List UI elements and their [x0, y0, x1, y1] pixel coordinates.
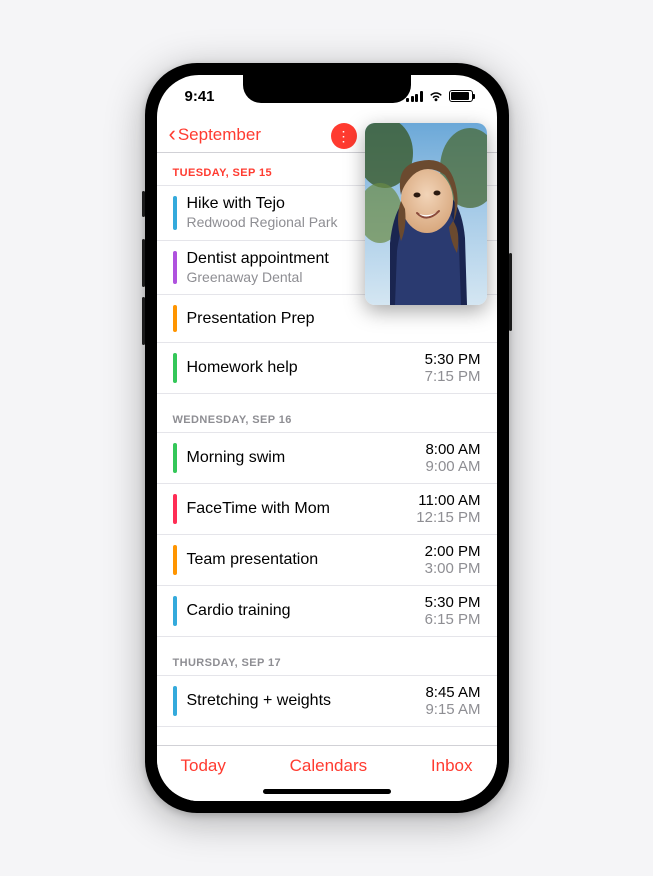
calendar-color-bar: [173, 305, 177, 332]
event-title: Stretching + weights: [187, 691, 426, 711]
volume-up[interactable]: [142, 239, 145, 287]
calendar-color-bar: [173, 494, 177, 524]
home-indicator[interactable]: [263, 789, 391, 794]
event-times: 8:00 AM9:00 AM: [425, 441, 480, 475]
volume-down[interactable]: [142, 297, 145, 345]
event-body: Homework help: [187, 358, 425, 378]
section-header: WEDNESDAY, SEP 16: [157, 394, 497, 432]
event-body: Morning swim: [187, 448, 426, 468]
event-title: Team presentation: [187, 550, 425, 570]
calendar-color-bar: [173, 353, 177, 383]
calendar-color-bar: [173, 596, 177, 626]
event-row[interactable]: Stretching + weights8:45 AM9:15 AM: [157, 675, 497, 727]
event-body: Presentation Prep: [187, 309, 481, 329]
event-times: 2:00 PM3:00 PM: [425, 543, 481, 577]
event-times: 8:45 AM9:15 AM: [425, 684, 480, 718]
event-end-time: 9:00 AM: [425, 458, 480, 475]
event-start-time: 11:00 AM: [416, 492, 480, 509]
section-header: THURSDAY, SEP 17: [157, 637, 497, 675]
event-title: Morning swim: [187, 448, 426, 468]
today-button[interactable]: Today: [181, 756, 226, 776]
battery-icon: [449, 90, 473, 102]
event-end-time: 7:15 PM: [425, 368, 481, 385]
calendar-color-bar: [173, 686, 177, 716]
event-title: Cardio training: [187, 601, 425, 621]
calendar-color-bar: [173, 545, 177, 575]
event-body: Team presentation: [187, 550, 425, 570]
calendar-color-bar: [173, 251, 177, 285]
back-label: September: [178, 125, 261, 145]
event-body: Cardio training: [187, 601, 425, 621]
event-start-time: 8:45 AM: [425, 684, 480, 701]
event-times: 5:30 PM7:15 PM: [425, 351, 481, 385]
mute-switch[interactable]: [142, 191, 145, 217]
inbox-button[interactable]: Inbox: [431, 756, 473, 776]
event-start-time: 5:30 PM: [425, 351, 481, 368]
facetime-pip[interactable]: [365, 123, 487, 305]
calendar-color-bar: [173, 443, 177, 473]
chevron-left-icon: ‹: [169, 123, 176, 145]
event-row[interactable]: FaceTime with Mom11:00 AM12:15 PM: [157, 483, 497, 534]
event-title: Homework help: [187, 358, 425, 378]
event-end-time: 9:15 AM: [425, 701, 480, 718]
event-row[interactable]: Cardio training5:30 PM6:15 PM: [157, 585, 497, 637]
more-button[interactable]: ⋮: [331, 123, 357, 149]
event-end-time: 3:00 PM: [425, 560, 481, 577]
event-times: 11:00 AM12:15 PM: [416, 492, 480, 526]
power-button[interactable]: [509, 253, 512, 331]
notch: [243, 75, 411, 103]
event-end-time: 6:15 PM: [425, 611, 481, 628]
event-title: Presentation Prep: [187, 309, 481, 329]
event-body: FaceTime with Mom: [187, 499, 417, 519]
wifi-icon: [428, 90, 444, 102]
event-row[interactable]: Team presentation2:00 PM3:00 PM: [157, 534, 497, 585]
event-end-time: 12:15 PM: [416, 509, 480, 526]
screen: 9:41 ‹ September ⋮: [157, 75, 497, 801]
event-start-time: 2:00 PM: [425, 543, 481, 560]
calendars-button[interactable]: Calendars: [290, 756, 368, 776]
event-times: 5:30 PM6:15 PM: [425, 594, 481, 628]
event-title: FaceTime with Mom: [187, 499, 417, 519]
calendar-color-bar: [173, 196, 177, 230]
event-row[interactable]: Homework help5:30 PM7:15 PM: [157, 342, 497, 394]
event-start-time: 5:30 PM: [425, 594, 481, 611]
event-row[interactable]: Morning swim8:00 AM9:00 AM: [157, 432, 497, 483]
phone-frame: 9:41 ‹ September ⋮: [145, 63, 509, 813]
back-button[interactable]: ‹ September: [169, 125, 262, 145]
event-body: Stretching + weights: [187, 691, 426, 711]
status-time: 9:41: [185, 88, 215, 105]
event-start-time: 8:00 AM: [425, 441, 480, 458]
